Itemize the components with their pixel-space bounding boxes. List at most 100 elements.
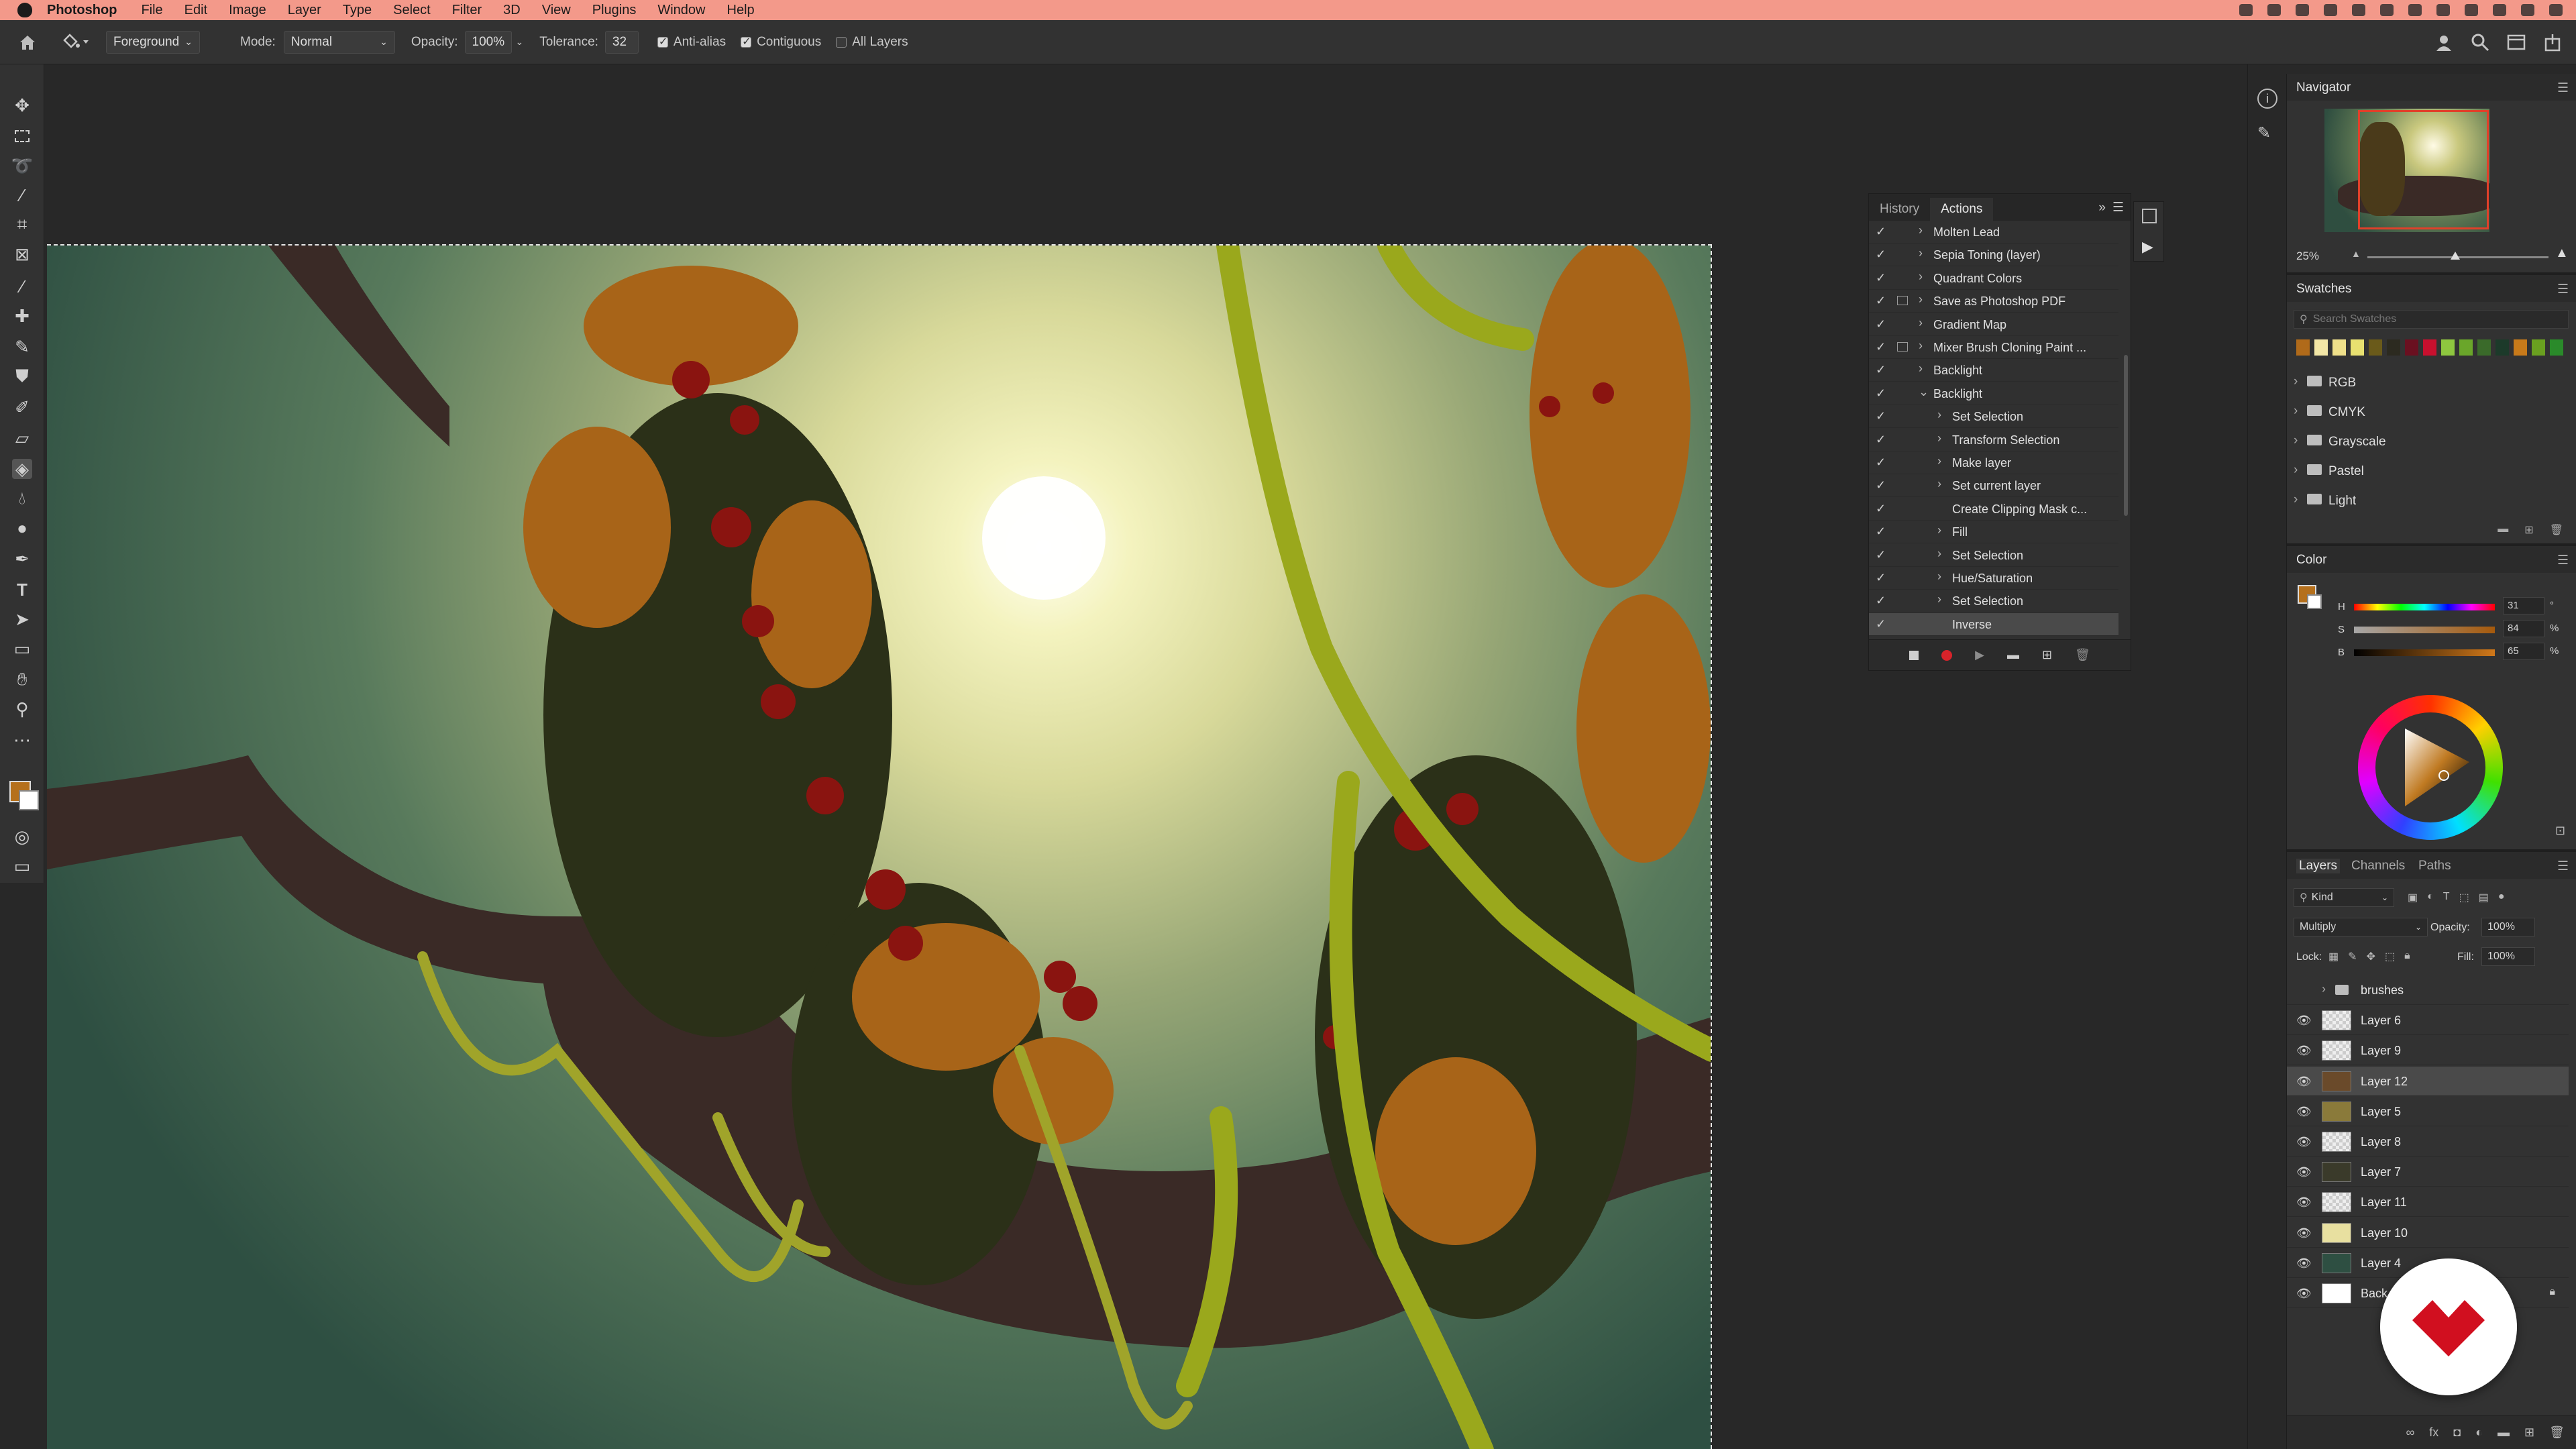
navigator-zoom-value[interactable]: 25% bbox=[2296, 250, 2319, 263]
action-enabled-check-icon[interactable]: ✓ bbox=[1876, 317, 1886, 331]
type-filter-icon[interactable]: T bbox=[2443, 891, 2450, 904]
chevron-right-icon[interactable]: › bbox=[1919, 362, 1923, 376]
saturation-slider[interactable] bbox=[2354, 627, 2495, 633]
delete-icon[interactable]: 🗑︎ bbox=[2075, 648, 2090, 662]
chevron-right-icon[interactable]: › bbox=[1919, 316, 1923, 330]
hue-input[interactable]: 31 bbox=[2503, 597, 2544, 614]
mode-select[interactable]: Normal ⌄ bbox=[283, 30, 395, 54]
play-icon[interactable]: ▶ bbox=[1975, 648, 1984, 662]
brush-tool-icon[interactable]: ✎ bbox=[12, 337, 32, 357]
swatch[interactable] bbox=[2532, 339, 2545, 356]
filter-toggle-icon[interactable]: ● bbox=[2498, 891, 2505, 904]
swatch-group[interactable]: › Light bbox=[2287, 486, 2569, 515]
action-enabled-check-icon[interactable]: ✓ bbox=[1876, 225, 1886, 239]
chevron-right-icon[interactable]: › bbox=[2294, 492, 2298, 507]
layer-filter-select[interactable]: ⚲ Kind ⌄ bbox=[2294, 888, 2394, 907]
eye-icon[interactable]: 👁︎ bbox=[2296, 1105, 2312, 1119]
menu-type[interactable]: Type bbox=[343, 3, 372, 18]
action-item[interactable]: ✓ › Gradient Map bbox=[1869, 313, 2118, 336]
chevron-right-icon[interactable]: › bbox=[2294, 433, 2298, 448]
spotlight-icon[interactable] bbox=[2521, 4, 2534, 16]
layer-row[interactable]: 👁︎ Layer 7 bbox=[2287, 1157, 2569, 1187]
move-tool-icon[interactable]: ✥ bbox=[12, 95, 32, 115]
clone-stamp-tool-icon[interactable]: ⛊ bbox=[12, 366, 32, 386]
swatch[interactable] bbox=[2405, 339, 2418, 356]
extension-icon[interactable] bbox=[2324, 4, 2337, 16]
layer-style-icon[interactable]: fx bbox=[2429, 1426, 2438, 1440]
eraser-tool-icon[interactable]: ▱ bbox=[12, 428, 32, 448]
new-group-icon[interactable]: ▬ bbox=[2498, 1426, 2510, 1440]
paint-bucket-tool-icon[interactable]: ◈ bbox=[12, 459, 32, 479]
navigator-zoom-slider[interactable] bbox=[2367, 252, 2548, 260]
blur-tool-icon[interactable]: 💧︎ bbox=[12, 488, 32, 508]
eye-icon[interactable]: 👁︎ bbox=[2296, 1287, 2312, 1301]
menu-image[interactable]: Image bbox=[229, 3, 266, 18]
action-item[interactable]: ✓ ⌄ Backlight bbox=[1869, 382, 2118, 405]
all-layers-checkbox[interactable]: All Layers bbox=[836, 35, 908, 50]
edit-toolbar-icon[interactable]: ⋯ bbox=[12, 730, 32, 750]
action-enabled-check-icon[interactable]: ✓ bbox=[1876, 525, 1886, 539]
swatch-group[interactable]: › CMYK bbox=[2287, 397, 2569, 427]
action-item[interactable]: ✓ › Save as Photoshop PDF bbox=[1869, 290, 2118, 313]
type-tool-icon[interactable]: T bbox=[12, 580, 32, 600]
user-icon[interactable] bbox=[2434, 32, 2454, 52]
hue-slider[interactable] bbox=[2354, 604, 2495, 610]
eye-icon[interactable]: 👁︎ bbox=[2296, 1075, 2312, 1089]
swatches-search[interactable]: ⚲ Search Swatches bbox=[2294, 310, 2569, 329]
tolerance-input[interactable]: 32 bbox=[604, 30, 639, 54]
dodge-tool-icon[interactable]: ● bbox=[12, 518, 32, 538]
shape-filter-icon[interactable]: ⬚ bbox=[2459, 891, 2469, 904]
action-enabled-check-icon[interactable]: ✓ bbox=[1876, 340, 1886, 354]
navigator-view-box[interactable] bbox=[2358, 110, 2489, 229]
new-set-icon[interactable]: ▬ bbox=[2007, 648, 2019, 662]
action-item[interactable]: ✓ › Mixer Brush Cloning Paint ... bbox=[1869, 336, 2118, 359]
action-enabled-check-icon[interactable]: ✓ bbox=[1876, 248, 1886, 262]
actions-scrollbar[interactable] bbox=[2124, 355, 2128, 516]
eye-icon[interactable]: 👁︎ bbox=[2296, 1195, 2312, 1210]
swatch[interactable] bbox=[2296, 339, 2310, 356]
slider-handle[interactable] bbox=[2451, 252, 2460, 260]
chevron-right-icon[interactable]: › bbox=[1937, 570, 1941, 584]
panel-menu-icon[interactable]: ☰ bbox=[2557, 80, 2569, 96]
screen-mode-icon[interactable]: ▭ bbox=[12, 856, 32, 876]
lock-pixels-icon[interactable]: ✎ bbox=[2348, 950, 2357, 963]
layer-row[interactable]: 👁︎ Layer 9 bbox=[2287, 1036, 2569, 1066]
home-icon[interactable] bbox=[17, 32, 38, 52]
menu-plugins[interactable]: Plugins bbox=[592, 3, 637, 18]
background-color-chip[interactable] bbox=[2307, 594, 2322, 609]
share-icon[interactable] bbox=[2542, 32, 2563, 52]
action-item[interactable]: ✓ › Backlight bbox=[1869, 359, 2118, 382]
wifi-icon[interactable] bbox=[2465, 4, 2478, 16]
chevron-right-icon[interactable]: › bbox=[1919, 223, 1923, 237]
lock-artboard-icon[interactable]: ⬚ bbox=[2385, 950, 2395, 963]
action-item[interactable]: ✓ › Make layer bbox=[1869, 451, 2118, 474]
layer-row[interactable]: 👁︎ Layer 6 bbox=[2287, 1006, 2569, 1036]
marquee-tool-icon[interactable] bbox=[12, 126, 32, 146]
chevron-right-icon[interactable]: › bbox=[2322, 982, 2326, 996]
menu-file[interactable]: File bbox=[141, 3, 162, 18]
input-source-icon[interactable] bbox=[2408, 4, 2422, 16]
action-enabled-check-icon[interactable]: ✓ bbox=[1876, 548, 1886, 562]
chevron-right-icon[interactable]: › bbox=[1937, 523, 1941, 537]
hand-tool-icon[interactable]: ✋︎ bbox=[12, 669, 32, 690]
eye-icon[interactable]: 👁︎ bbox=[2296, 1014, 2312, 1028]
swatch[interactable] bbox=[2477, 339, 2491, 356]
tab-history[interactable]: History bbox=[1869, 198, 1930, 221]
zoom-out-icon[interactable]: ▲ bbox=[2351, 248, 2361, 259]
app-name[interactable]: Photoshop bbox=[47, 3, 117, 18]
chevron-down-icon[interactable]: ⌄ bbox=[516, 36, 524, 48]
fill-input[interactable]: 100% bbox=[2481, 947, 2535, 966]
fill-source-select[interactable]: Foreground ⌄ bbox=[106, 30, 200, 54]
tab-actions[interactable]: Actions bbox=[1930, 198, 1994, 221]
layer-group-row[interactable]: › brushes bbox=[2287, 975, 2569, 1005]
workspace-icon[interactable] bbox=[2506, 32, 2526, 52]
panel-menu-icon[interactable]: ☰ bbox=[2557, 282, 2569, 297]
adjustment-filter-icon[interactable]: ◐ bbox=[2427, 891, 2434, 904]
background-color-swatch[interactable] bbox=[19, 790, 39, 810]
action-enabled-check-icon[interactable]: ✓ bbox=[1876, 571, 1886, 585]
swatch[interactable] bbox=[2314, 339, 2328, 356]
action-item[interactable]: ✓ › Set Selection bbox=[1869, 544, 2118, 567]
color-wheel[interactable] bbox=[2358, 695, 2503, 840]
new-layer-icon[interactable]: ⊞ bbox=[2524, 1426, 2534, 1440]
extension-icon[interactable] bbox=[2352, 4, 2365, 16]
